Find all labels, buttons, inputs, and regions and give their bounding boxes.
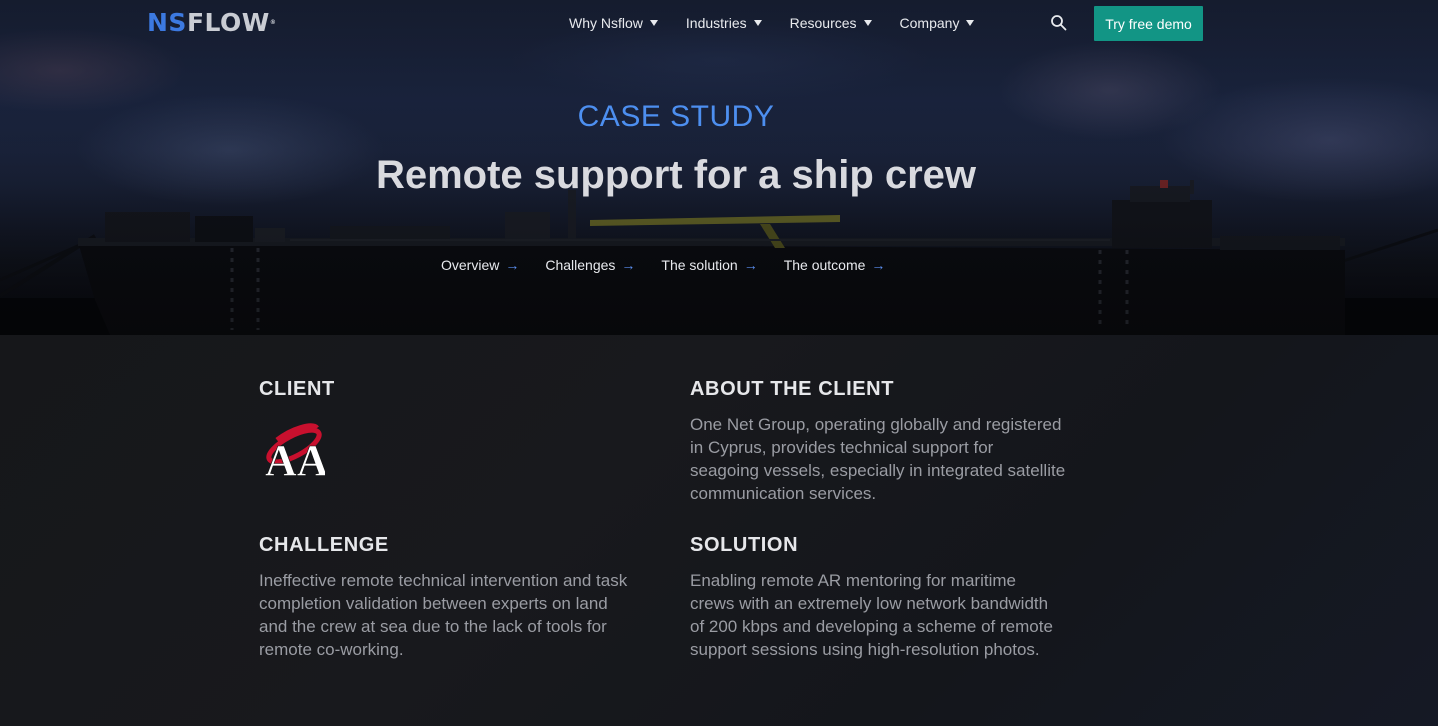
text-line: Enabling remote AR mentoring for maritim… (690, 571, 1016, 590)
arrow-right-icon: → (743, 257, 758, 273)
text-line: seagoing vessels, especially in integrat… (690, 461, 1066, 480)
menu-item-company[interactable]: Company (900, 14, 975, 32)
try-free-demo-button[interactable]: Try free demo (1094, 6, 1203, 41)
nsflow-logo[interactable]: NSFLOW® (147, 8, 276, 38)
caret-down-icon (753, 20, 762, 26)
solution-heading: SOLUTION (690, 534, 799, 556)
text-line: Ineffective remote technical interventio… (259, 571, 628, 590)
client-heading: CLIENT (259, 378, 335, 400)
text-line: crews with an extremely low network band… (690, 594, 1049, 613)
anchor-label: The outcome (783, 257, 866, 273)
menu-item-label: Company (899, 15, 960, 31)
page: NSFLOW® Why Nsflow Industries Resources … (0, 0, 1438, 726)
anchor-link-the-solution[interactable]: The solution → (661, 256, 757, 274)
text-line: completion validation between experts on… (259, 594, 608, 613)
caret-down-icon (649, 20, 658, 26)
menu-item-why-nsflow[interactable]: Why Nsflow (569, 14, 658, 32)
client-section: CLIENT (259, 377, 669, 401)
case-study-eyebrow: CASE STUDY (577, 100, 775, 133)
arrow-right-icon: → (621, 257, 636, 273)
caret-down-icon (966, 20, 975, 26)
text-line: and the crew at sea due to the lack of t… (259, 617, 607, 636)
anchor-label: Challenges (545, 257, 616, 273)
logo-trademark: ® (269, 19, 277, 26)
text-line: remote co-working. (259, 640, 404, 659)
menu-item-resources[interactable]: Resources (790, 14, 872, 32)
anchor-link-the-outcome[interactable]: The outcome → (784, 256, 886, 274)
text-line: communication services. (690, 484, 877, 503)
about-client-text: One Net Group, operating globally and re… (690, 413, 1100, 505)
section-anchor-links: Overview → Challenges → The solution → T… (441, 256, 911, 274)
main-menu: Why Nsflow Industries Resources Company (569, 14, 1002, 32)
menu-item-label: Resources (789, 15, 857, 31)
client-logo: AA (263, 420, 329, 485)
anchor-link-challenges[interactable]: Challenges → (545, 256, 635, 274)
logo-flow: FLOW (186, 8, 270, 37)
solution-section: SOLUTION Enabling remote AR mentoring fo… (690, 533, 1100, 661)
menu-item-label: Industries (685, 15, 747, 31)
text-line: of 200 kbps and developing a scheme of r… (690, 617, 1053, 636)
logo-ns: NS (147, 8, 187, 37)
text-line: One Net Group, operating globally and re… (690, 415, 1062, 434)
anchor-label: Overview (441, 257, 500, 273)
search-icon[interactable] (1050, 14, 1068, 32)
top-navigation: NSFLOW® Why Nsflow Industries Resources … (0, 0, 1438, 46)
about-client-section: ABOUT THE CLIENT One Net Group, operatin… (690, 377, 1100, 505)
text-line: in Cyprus, provides technical support fo… (690, 438, 994, 457)
anchor-label: The solution (661, 257, 738, 273)
text-line: support sessions using high-resolution p… (690, 640, 1040, 659)
about-client-heading: ABOUT THE CLIENT (690, 378, 895, 400)
arrow-right-icon: → (505, 257, 520, 273)
caret-down-icon (863, 20, 872, 26)
page-title: Remote support for a ship crew (375, 153, 977, 197)
hero-banner: NSFLOW® Why Nsflow Industries Resources … (0, 0, 1438, 335)
anchor-link-overview[interactable]: Overview → (441, 256, 519, 274)
solution-text: Enabling remote AR mentoring for maritim… (690, 569, 1100, 661)
client-logo-letters: AA (265, 436, 325, 478)
challenge-section: CHALLENGE Ineffective remote technical i… (259, 533, 669, 661)
challenge-text: Ineffective remote technical interventio… (259, 569, 669, 661)
menu-item-label: Why Nsflow (569, 15, 643, 31)
challenge-heading: CHALLENGE (259, 534, 389, 556)
menu-item-industries[interactable]: Industries (686, 14, 762, 32)
arrow-right-icon: → (871, 257, 886, 273)
